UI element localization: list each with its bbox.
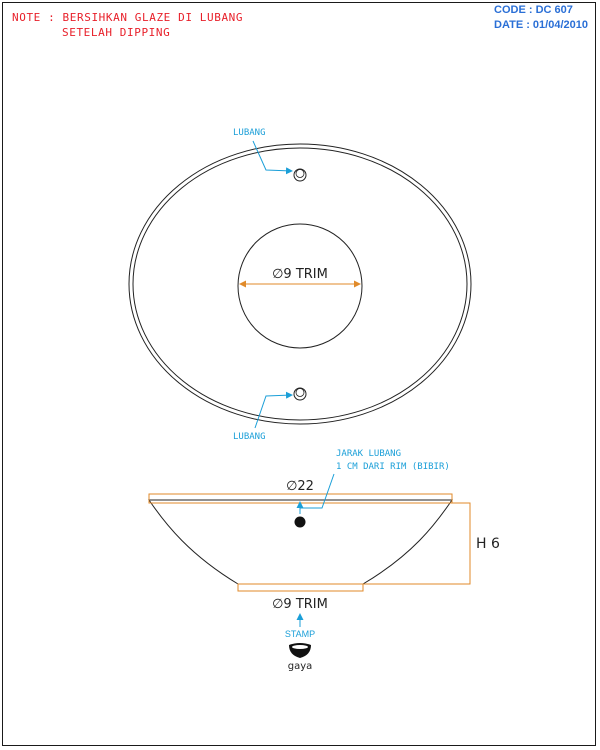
top-view: LUBANG LUBANG ∅9 TRIM [128, 128, 472, 442]
side-view: JARAK LUBANG 1 CM DARI RIM (BIBIR) ∅22 H… [148, 449, 500, 672]
base-dimension-label: ∅9 TRIM [272, 597, 328, 612]
height-dimension-label: H 6 [476, 536, 500, 552]
stamp-label: STAMP [285, 629, 315, 639]
hole-leader-bottom [254, 391, 293, 429]
hole-distance-note-1: JARAK LUBANG [336, 449, 401, 459]
hole-bottom [293, 387, 307, 401]
trim-dimension-label: ∅9 TRIM [272, 267, 328, 282]
base-extent-box [237, 583, 364, 592]
hole-distance-note-2: 1 CM DARI RIM (BIBIR) [336, 462, 450, 472]
diameter-dimension-label: ∅22 [286, 479, 314, 494]
trim-circle [237, 223, 363, 349]
hole-label-bottom: LUBANG [233, 432, 266, 442]
logo-text: gaya [288, 661, 313, 672]
technical-drawing: LUBANG LUBANG ∅9 TRIM JARAK LUBANG 1 CM … [128, 128, 500, 672]
hole-label-top: LUBANG [233, 128, 266, 138]
hole-top [293, 168, 307, 182]
side-hole [294, 516, 306, 528]
gaya-logo: gaya [288, 643, 313, 672]
